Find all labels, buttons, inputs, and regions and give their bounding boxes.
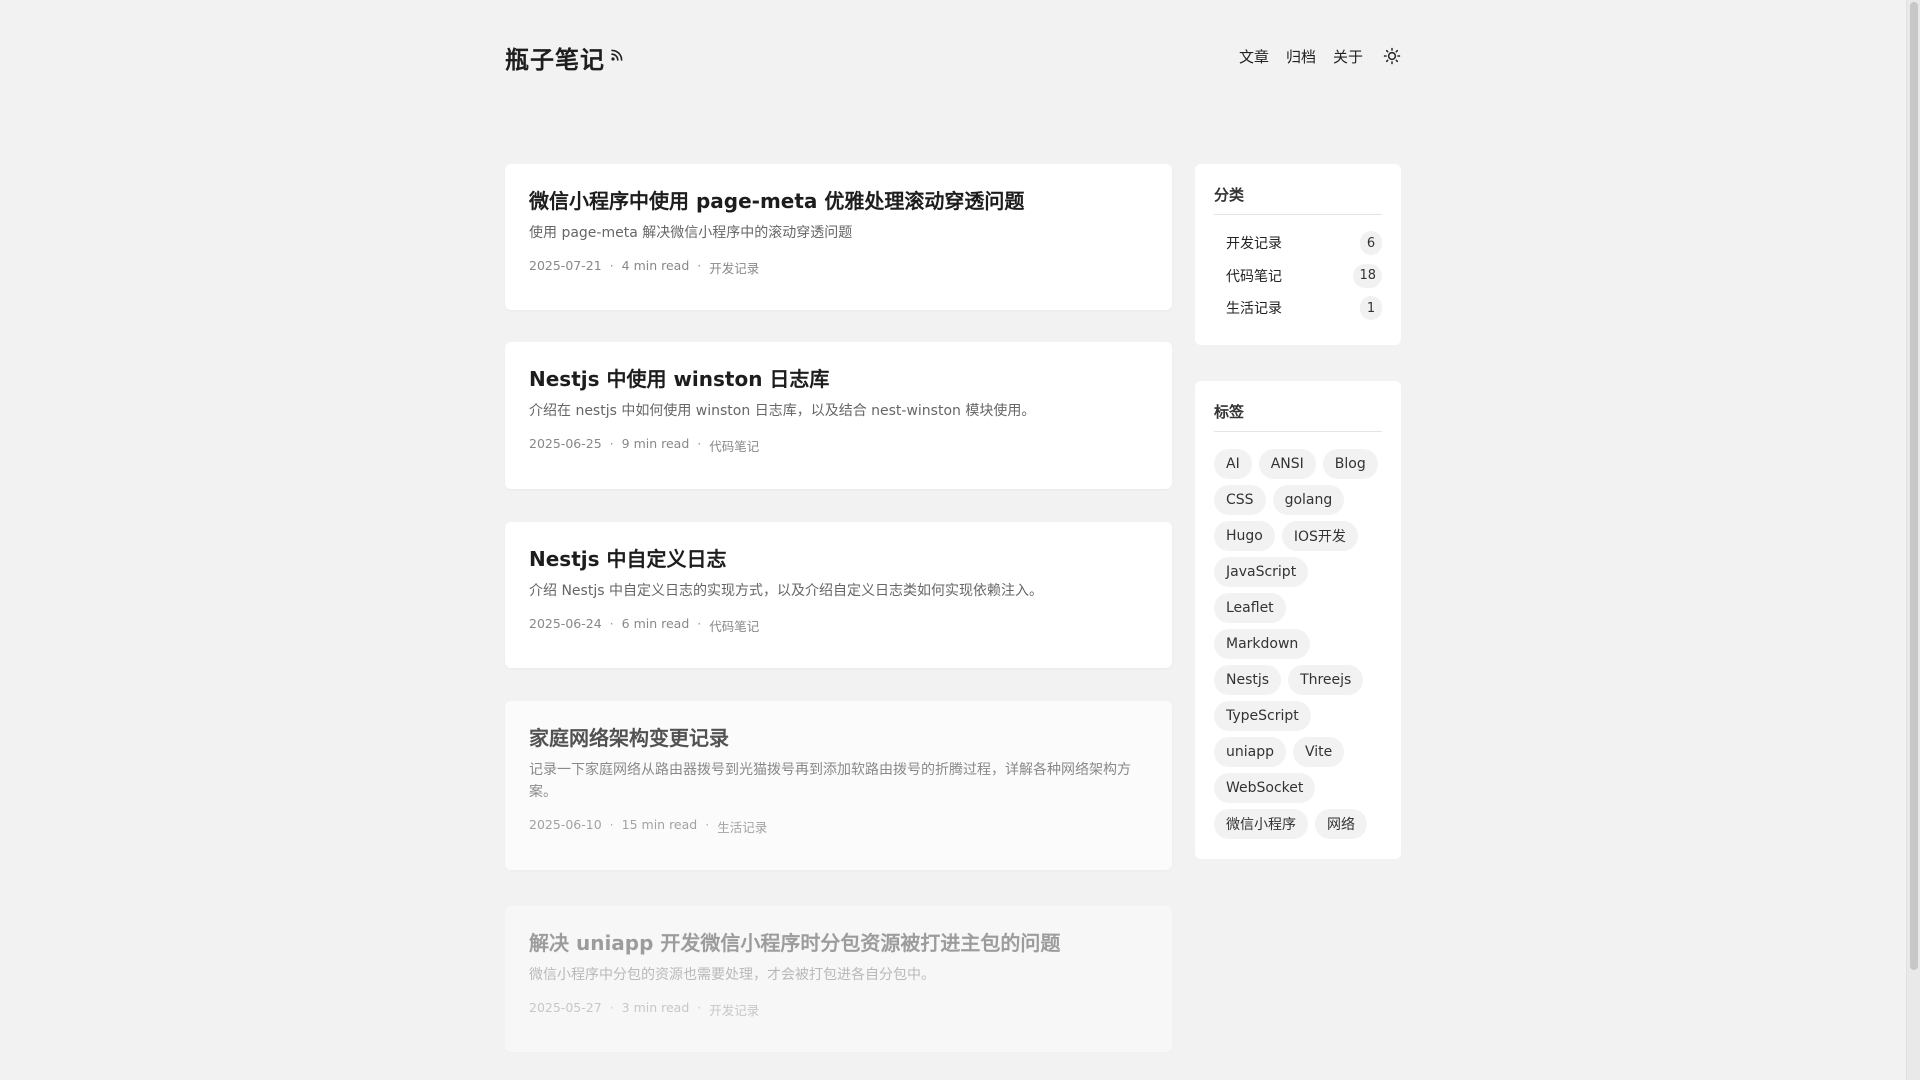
post-summary: 微信小程序中分包的资源也需要处理，才会被打包进各自分包中。 (529, 967, 935, 983)
post-date: 2025-06-25 (529, 436, 602, 451)
meta-separator: · (609, 258, 614, 273)
post-summary: 使用 page-meta 解决微信小程序中的滚动穿透问题 (529, 225, 853, 241)
categories-title: 分类 (1214, 184, 1382, 215)
nav-item-about[interactable]: 关于 (1333, 46, 1363, 67)
tag-item[interactable]: golang (1272, 485, 1345, 515)
nav-item-articles[interactable]: 文章 (1239, 46, 1269, 67)
post-meta: 2025-06-25 · 9 min read · 代码笔记 (529, 436, 1148, 455)
category-name: 开发记录 (1226, 236, 1282, 253)
post-meta: 2025-05-27 · 3 min read · 开发记录 (529, 1000, 1148, 1019)
post-summary: 介绍在 nestjs 中如何使用 winston 日志库，以及结合 nest-w… (529, 403, 1036, 419)
rss-icon[interactable] (609, 47, 625, 63)
tags-title: 标签 (1214, 401, 1382, 432)
post-summary: 介绍 Nestjs 中自定义日志的实现方式，以及介绍自定义日志类如何实现依赖注入… (529, 583, 1043, 599)
tag-item[interactable]: CSS (1214, 485, 1266, 515)
meta-separator: · (697, 436, 702, 451)
category-name: 生活记录 (1226, 301, 1282, 318)
meta-separator: · (697, 616, 702, 631)
tag-item[interactable]: AI (1214, 449, 1252, 479)
post-title[interactable]: 微信小程序中使用 page-meta 优雅处理滚动穿透问题 (529, 186, 1148, 216)
post-card[interactable]: 微信小程序中使用 page-meta 优雅处理滚动穿透问题 使用 page-me… (505, 164, 1172, 310)
tag-item[interactable]: ANSI (1258, 449, 1316, 479)
category-list: 开发记录 6 代码笔记 18 生活记录 1 (1214, 227, 1382, 325)
tag-item[interactable]: 微信小程序 (1214, 809, 1308, 839)
sun-icon[interactable] (1383, 47, 1401, 65)
meta-separator: · (697, 1000, 702, 1015)
post-card[interactable]: Nestjs 中自定义日志 介绍 Nestjs 中自定义日志的实现方式，以及介绍… (505, 522, 1172, 668)
tag-item[interactable]: Markdown (1214, 629, 1311, 659)
nav-item-archive[interactable]: 归档 (1286, 46, 1316, 67)
tag-item[interactable]: WebSocket (1214, 773, 1316, 803)
post-card[interactable]: 家庭网络架构变更记录 记录一下家庭网络从路由器拨号到光猫拨号再到添加软路由拨号的… (505, 701, 1172, 870)
meta-separator: · (609, 436, 614, 451)
post-date: 2025-06-10 (529, 817, 602, 832)
tag-item[interactable]: Threejs (1288, 665, 1364, 695)
page-scrollbar[interactable] (1906, 0, 1920, 1080)
tag-item[interactable]: 网络 (1315, 809, 1367, 839)
post-meta: 2025-06-24 · 6 min read · 代码笔记 (529, 616, 1148, 635)
post-meta: 2025-06-10 · 15 min read · 生活记录 (529, 817, 1148, 836)
post-title[interactable]: Nestjs 中使用 winston 日志库 (529, 364, 1148, 394)
post-card[interactable]: 解决 uniapp 开发微信小程序时分包资源被打进主包的问题 微信小程序中分包的… (505, 906, 1172, 1052)
post-title[interactable]: Nestjs 中自定义日志 (529, 544, 1148, 574)
category-count: 6 (1360, 231, 1382, 256)
post-read-time: 4 min read (621, 258, 690, 273)
post-title[interactable]: 解决 uniapp 开发微信小程序时分包资源被打进主包的问题 (529, 928, 1148, 958)
post-summary: 记录一下家庭网络从路由器拨号到光猫拨号再到添加软路由拨号的折腾过程，详解各种网络… (529, 762, 1131, 800)
tag-item[interactable]: TypeScript (1214, 701, 1311, 731)
meta-separator: · (609, 817, 614, 832)
tag-item[interactable]: Nestjs (1214, 665, 1282, 695)
post-date: 2025-07-21 (529, 258, 602, 273)
category-item[interactable]: 生活记录 1 (1214, 292, 1382, 325)
post-card[interactable]: Nestjs 中使用 winston 日志库 介绍在 nestjs 中如何使用 … (505, 342, 1172, 489)
category-item[interactable]: 开发记录 6 (1214, 227, 1382, 260)
main-nav: 文章 归档 关于 (1239, 46, 1363, 67)
category-count: 1 (1360, 296, 1382, 321)
post-meta: 2025-07-21 · 4 min read · 开发记录 (529, 258, 1148, 277)
post-read-time: 3 min read (621, 1000, 690, 1015)
tag-item[interactable]: Blog (1322, 449, 1378, 479)
site-header: 瓶子笔记 文章 归档 关于 (505, 0, 1401, 112)
scrollbar-thumb[interactable] (1910, 2, 1918, 970)
meta-separator: · (609, 616, 614, 631)
post-read-time: 15 min read (621, 817, 698, 832)
post-category[interactable]: 开发记录 (709, 1000, 759, 1019)
post-read-time: 6 min read (621, 616, 690, 631)
post-category[interactable]: 生活记录 (717, 817, 767, 836)
post-title[interactable]: 家庭网络架构变更记录 (529, 723, 1148, 753)
blog-page: 瓶子笔记 文章 归档 关于 微信小程序中使用 page-meta 优雅处理滚动穿… (0, 0, 1920, 1080)
post-category[interactable]: 代码笔记 (709, 616, 759, 635)
post-read-time: 9 min read (621, 436, 690, 451)
site-title[interactable]: 瓶子笔记 (505, 40, 605, 75)
categories-widget: 分类 开发记录 6 代码笔记 18 生活记录 1 (1195, 164, 1401, 345)
meta-separator: · (609, 1000, 614, 1015)
tag-cloud: AI ANSI Blog CSS golang Hugo IOS开发 JavaS… (1214, 449, 1384, 839)
tag-item[interactable]: Leaflet (1214, 593, 1286, 623)
post-category[interactable]: 代码笔记 (709, 436, 759, 455)
post-category[interactable]: 开发记录 (709, 258, 759, 277)
category-count: 18 (1353, 263, 1382, 288)
tag-item[interactable]: uniapp (1214, 737, 1286, 767)
tags-widget: 标签 AI ANSI Blog CSS golang Hugo IOS开发 Ja… (1195, 381, 1401, 859)
meta-separator: · (697, 258, 702, 273)
tag-item[interactable]: Vite (1293, 737, 1345, 767)
tag-item[interactable]: JavaScript (1214, 557, 1309, 587)
tag-item[interactable]: Hugo (1214, 521, 1275, 551)
post-date: 2025-06-24 (529, 616, 602, 631)
tag-item[interactable]: IOS开发 (1281, 521, 1358, 551)
main-container: 瓶子笔记 文章 归档 关于 微信小程序中使用 page-meta 优雅处理滚动穿… (505, 0, 1401, 1052)
post-date: 2025-05-27 (529, 1000, 602, 1015)
meta-separator: · (705, 817, 710, 832)
category-name: 代码笔记 (1226, 268, 1282, 285)
category-item[interactable]: 代码笔记 18 (1214, 260, 1382, 293)
